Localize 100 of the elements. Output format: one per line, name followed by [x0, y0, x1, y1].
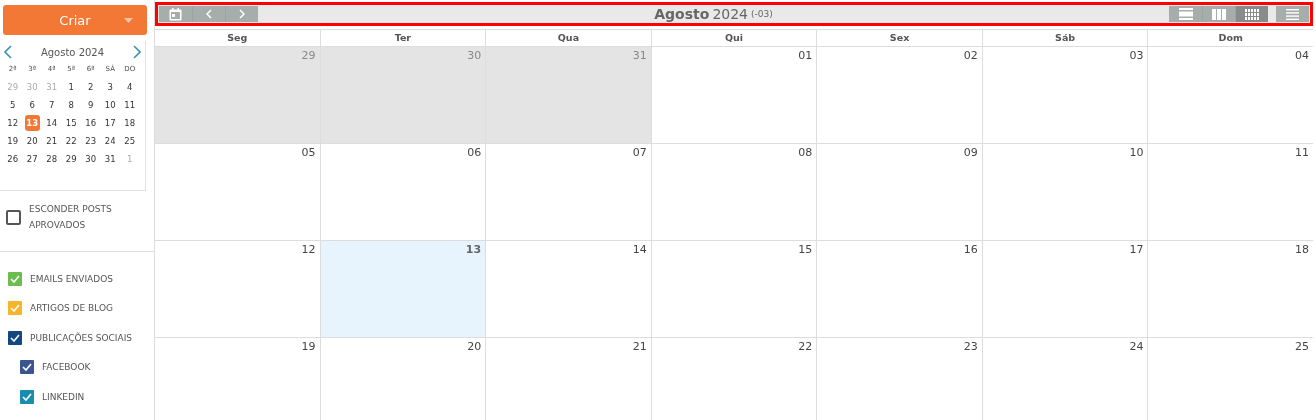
- day-cell[interactable]: 24: [981, 338, 1148, 420]
- chevron-right-icon: [239, 9, 245, 19]
- day-cell[interactable]: 11: [1147, 144, 1313, 240]
- day-cell[interactable]: 1: [61, 79, 81, 95]
- day-number: 15: [798, 243, 813, 256]
- day-cell[interactable]: 16: [816, 241, 982, 337]
- year-label: 2024: [712, 6, 748, 22]
- checkbox-label: ARTIGOS DE BLOG: [30, 303, 113, 314]
- weekday-header: Sex: [816, 30, 982, 46]
- day-cell[interactable]: 4: [120, 79, 140, 95]
- day-view-button[interactable]: [1169, 6, 1202, 22]
- day-cell[interactable]: 8: [61, 97, 81, 113]
- day-cell[interactable]: 23: [81, 133, 101, 149]
- checkbox[interactable]: [20, 360, 34, 375]
- day-cell[interactable]: 19: [3, 133, 23, 149]
- day-cell[interactable]: 17: [981, 241, 1148, 337]
- caret-icon: [124, 18, 133, 23]
- day-cell[interactable]: 31: [100, 151, 120, 167]
- month-view-button[interactable]: [1235, 6, 1268, 22]
- day-cell[interactable]: 9: [81, 97, 101, 113]
- day-number: 12: [301, 243, 316, 256]
- day-cell[interactable]: 14: [485, 241, 651, 337]
- next-button[interactable]: [225, 6, 258, 22]
- day-cell[interactable]: 15: [61, 115, 81, 131]
- day-cell[interactable]: 23: [816, 338, 982, 420]
- calendar-button[interactable]: [159, 6, 192, 22]
- day-cell[interactable]: 3: [100, 79, 120, 95]
- day-number: 04: [1295, 49, 1309, 62]
- chevron-left-icon: [206, 9, 212, 19]
- day-cell[interactable]: 07: [485, 144, 651, 240]
- day-cell[interactable]: 21: [485, 338, 651, 420]
- checkbox[interactable]: [6, 209, 21, 225]
- day-cell[interactable]: 04: [1147, 47, 1313, 143]
- checkbox[interactable]: [20, 389, 34, 404]
- day-cell[interactable]: 2: [81, 79, 101, 95]
- day-cell[interactable]: 16: [81, 115, 101, 131]
- next-month-icon[interactable]: [133, 45, 141, 59]
- day-cell[interactable]: 10: [100, 97, 120, 113]
- day-cell[interactable]: 18: [120, 115, 140, 131]
- day-cell[interactable]: 20: [319, 338, 486, 420]
- previous-month-icon[interactable]: [4, 45, 12, 59]
- day-cell[interactable]: 25: [1147, 338, 1313, 420]
- day-number: 25: [1295, 340, 1309, 353]
- weekday-header: Ter: [319, 30, 486, 46]
- rows-icon: [1178, 8, 1193, 20]
- weekday-header: Seg: [154, 30, 320, 46]
- day-cell[interactable]: 17: [100, 115, 120, 131]
- day-number: 06: [467, 146, 482, 159]
- checkbox-label: LINKEDIN: [42, 391, 85, 402]
- day-number: 21: [632, 340, 647, 353]
- day-number: 23: [963, 340, 978, 353]
- day-cell[interactable]: 24: [100, 133, 120, 149]
- timezone-label: (-03): [751, 9, 773, 19]
- checkbox[interactable]: [8, 271, 22, 286]
- day-cell[interactable]: 25: [120, 133, 140, 149]
- day-cell[interactable]: 08: [650, 144, 817, 240]
- day-cell[interactable]: 18: [1147, 241, 1313, 337]
- previous-button[interactable]: [192, 6, 225, 22]
- day-number: 13: [465, 243, 482, 256]
- day-number: 29: [301, 49, 316, 62]
- day-cell[interactable]: 15: [650, 241, 817, 337]
- day-cell[interactable]: 22: [650, 338, 817, 420]
- checkbox[interactable]: [8, 330, 22, 345]
- day-number: 09: [963, 146, 978, 159]
- day-cell[interactable]: 02: [816, 47, 982, 143]
- day-number: 02: [963, 49, 978, 62]
- day-cell[interactable]: 13: [319, 241, 486, 337]
- checkbox[interactable]: [8, 301, 22, 316]
- day-cell[interactable]: 30: [81, 151, 101, 167]
- day-cell[interactable]: 10: [981, 144, 1148, 240]
- day-cell[interactable]: 26: [3, 151, 23, 167]
- week-view-button[interactable]: [1202, 6, 1235, 22]
- day-cell[interactable]: 6: [22, 97, 42, 113]
- day-cell[interactable]: 7: [42, 97, 62, 113]
- day-cell[interactable]: 19: [154, 338, 320, 420]
- day-number: 10: [1129, 146, 1144, 159]
- day-cell[interactable]: 22: [61, 133, 81, 149]
- day-cell[interactable]: 09: [816, 144, 982, 240]
- day-cell[interactable]: 5: [3, 97, 23, 113]
- day-cell[interactable]: 27: [22, 151, 42, 167]
- day-cell[interactable]: 12: [3, 115, 23, 131]
- day-cell[interactable]: 05: [154, 144, 320, 240]
- weekday-header: Dom: [1147, 30, 1313, 46]
- day-number: 22: [798, 340, 813, 353]
- day-cell[interactable]: 29: [61, 151, 81, 167]
- weekday-header: Sáb: [981, 30, 1148, 46]
- day-cell[interactable]: 21: [42, 133, 62, 149]
- day-cell[interactable]: 03: [981, 47, 1148, 143]
- day-number: 08: [798, 146, 813, 159]
- day-cell[interactable]: 20: [22, 133, 42, 149]
- day-cell[interactable]: 01: [650, 47, 817, 143]
- day-cell[interactable]: 28: [42, 151, 62, 167]
- day-cell[interactable]: 11: [120, 97, 140, 113]
- day-number: 30: [467, 49, 482, 62]
- day-cell[interactable]: 06: [319, 144, 486, 240]
- day-number: 07: [632, 146, 647, 159]
- day-cell[interactable]: 12: [154, 241, 320, 337]
- day-cell[interactable]: 14: [42, 115, 62, 131]
- day-number: 19: [301, 340, 316, 353]
- list-view-button[interactable]: [1276, 6, 1309, 22]
